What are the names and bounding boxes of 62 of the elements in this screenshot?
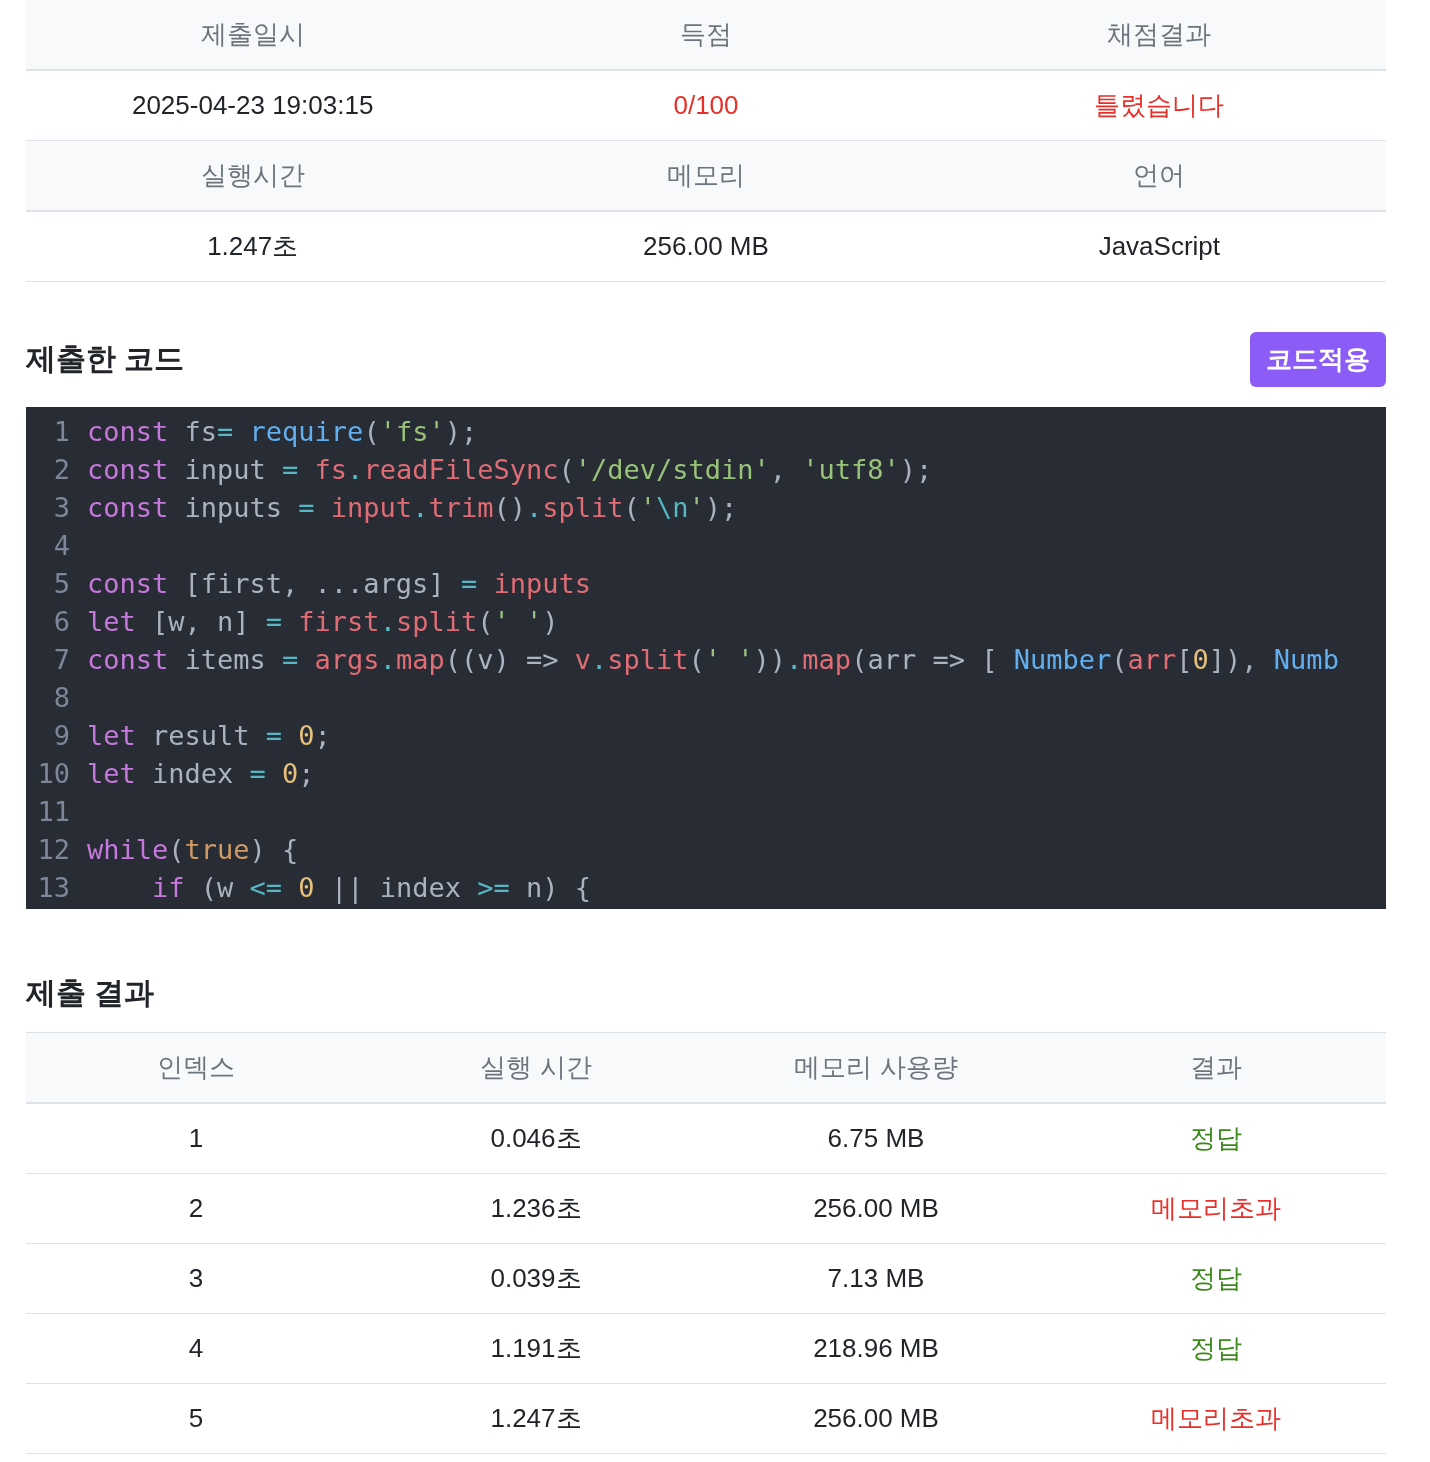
table-cell: JavaScript bbox=[932, 211, 1386, 282]
table-cell: 6.75 MB bbox=[706, 1103, 1046, 1174]
table-cell: 1.247초 bbox=[366, 1383, 706, 1454]
table-cell: 0/100 bbox=[479, 70, 933, 141]
code-line: let result = 0; bbox=[87, 719, 331, 753]
table-cell: 0.046초 bbox=[366, 1103, 706, 1174]
code-line: const input = fs.readFileSync('/dev/stdin', 'utf8'); bbox=[87, 453, 933, 487]
code-line: const fs= require('fs'); bbox=[87, 415, 478, 449]
column-header: 실행 시간 bbox=[366, 1032, 706, 1103]
table-cell: 1.191초 bbox=[366, 1313, 706, 1384]
table-cell: 2 bbox=[26, 1173, 366, 1244]
line-number: 7 bbox=[52, 643, 70, 677]
table-cell: 메모리초과 bbox=[1046, 1173, 1386, 1244]
table-cell: 1.236초 bbox=[366, 1173, 706, 1244]
code-line: const inputs = input.trim().split('\n'); bbox=[87, 491, 738, 525]
column-header: 제출일시 bbox=[26, 0, 480, 70]
table-cell: 정답 bbox=[1046, 1313, 1386, 1384]
line-number: 4 bbox=[52, 529, 70, 563]
table-cell: 256.00 MB bbox=[706, 1383, 1046, 1454]
line-number: 9 bbox=[52, 719, 70, 753]
column-header: 인덱스 bbox=[26, 1032, 366, 1103]
table-cell: 5 bbox=[26, 1383, 366, 1454]
table-cell: 3 bbox=[26, 1243, 366, 1314]
code-line: const [first, ...args] = inputs bbox=[87, 567, 591, 601]
section-title: 제출한 코드 bbox=[26, 341, 185, 377]
line-number: 13 bbox=[36, 871, 70, 905]
table-cell: 2025-04-23 19:03:15 bbox=[26, 70, 480, 141]
table-cell: 7.13 MB bbox=[706, 1243, 1046, 1314]
column-header: 실행시간 bbox=[26, 140, 480, 211]
line-number: 6 bbox=[52, 605, 70, 639]
column-header: 득점 bbox=[479, 0, 933, 70]
line-number: 10 bbox=[36, 757, 70, 791]
table-cell: 4 bbox=[26, 1313, 366, 1384]
column-header: 결과 bbox=[1046, 1032, 1386, 1103]
table-cell: 0.039초 bbox=[366, 1243, 706, 1314]
code-line: let [w, n] = first.split(' ') bbox=[87, 605, 559, 639]
table-cell: 1 bbox=[26, 1103, 366, 1174]
code-line: let index = 0; bbox=[87, 757, 315, 791]
table-cell: 메모리초과 bbox=[1046, 1383, 1386, 1454]
table-cell: 256.00 MB bbox=[479, 211, 933, 282]
table-cell: 256.00 MB bbox=[706, 1173, 1046, 1244]
column-header: 채점결과 bbox=[932, 0, 1386, 70]
table-cell: 틀렸습니다 bbox=[932, 70, 1386, 141]
line-number: 5 bbox=[52, 567, 70, 601]
line-number: 1 bbox=[52, 415, 70, 449]
code-line: while(true) { bbox=[87, 833, 299, 867]
table-cell: 정답 bbox=[1046, 1103, 1386, 1174]
column-header: 메모리 사용량 bbox=[706, 1032, 1046, 1103]
code-line: const items = args.map((v) => v.split(' ')).map(arr => [ Number(arr[0]), Numb bbox=[87, 643, 1339, 677]
table-cell: 218.96 MB bbox=[706, 1313, 1046, 1384]
line-number: 2 bbox=[52, 453, 70, 487]
line-number: 11 bbox=[36, 795, 70, 829]
line-number: 3 bbox=[52, 491, 70, 525]
apply-code-button[interactable]: 코드적용 bbox=[1250, 332, 1386, 387]
code-line: if (w <= 0 || index >= n) { bbox=[151, 871, 591, 906]
line-number: 12 bbox=[36, 833, 70, 867]
table-cell: 1.247초 bbox=[26, 211, 480, 282]
line-number: 8 bbox=[52, 681, 70, 715]
section-title: 제출 결과 bbox=[26, 975, 156, 1011]
table-cell: 정답 bbox=[1046, 1243, 1386, 1314]
column-header: 언어 bbox=[932, 140, 1386, 211]
column-header: 메모리 bbox=[479, 140, 933, 211]
